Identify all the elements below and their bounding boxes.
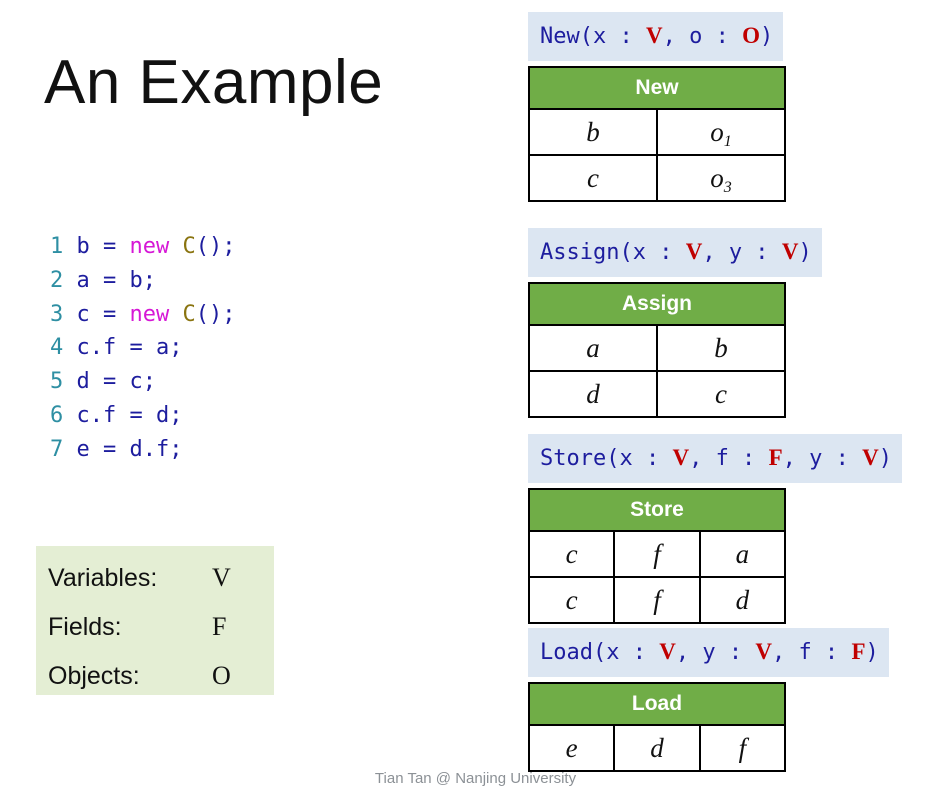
relation-name-header: New (528, 66, 786, 110)
relation-name-header: Load (528, 682, 786, 726)
cell-base: e (565, 732, 578, 763)
relation-table-new: New b o1 c o3 (528, 66, 786, 202)
table-row: cfa (527, 530, 786, 578)
relation-table-assign: Assign a b d c (527, 282, 787, 418)
table-cell: f (698, 724, 786, 772)
table-cell: b (528, 108, 658, 156)
table-row: edf (527, 724, 786, 772)
rule-group-store: Store(x : V, f : F, y : V) Store c f a c f d (527, 434, 902, 624)
table-cell: c (528, 154, 658, 202)
cell-base: f (653, 584, 661, 615)
signature-text: Assign(x : (540, 240, 686, 265)
table-cell: b (655, 324, 787, 372)
signature-text: , y : (675, 640, 756, 665)
table-row: dc (528, 370, 787, 418)
rules-column: New(x : V, o : O) New b o1 c o3 Assign(x : V, … (0, 0, 951, 812)
relation-name-header: Store (528, 488, 786, 532)
signature-domain-symbol: O (742, 23, 760, 48)
signature-text: , y : (782, 446, 863, 471)
signature-text: , f : (771, 640, 852, 665)
cell-base: c (715, 378, 727, 409)
table-row: c o3 (528, 154, 786, 202)
signature-text: New(x : (540, 24, 646, 49)
rule-signature-assign: Assign(x : V, y : V) (528, 228, 822, 277)
table-cell: c (655, 370, 787, 418)
rule-signature-new: New(x : V, o : O) (528, 12, 784, 61)
cell-base: a (586, 332, 600, 363)
signature-domain-symbol: V (781, 239, 799, 264)
table-cell: d (528, 370, 658, 418)
table-header-row: Assign (527, 282, 787, 326)
signature-domain-symbol: V (755, 639, 772, 664)
cell-base: c (587, 162, 599, 193)
table-header-row: Store (528, 488, 786, 532)
table-cell: c (527, 530, 616, 578)
signature-domain-symbol: V (659, 639, 676, 664)
cell-base: a (735, 538, 750, 569)
signature-text: Store(x : (540, 446, 673, 471)
relation-name-header: Assign (527, 282, 787, 326)
cell-base: d (586, 378, 600, 409)
signature-text: Load(x : (540, 640, 660, 665)
cell-base: c (565, 538, 578, 569)
table-cell: o1 (656, 108, 786, 156)
slide-footer: Tian Tan @ Nanjing University (374, 770, 577, 787)
signature-domain-symbol: V (862, 445, 879, 470)
table-cell: e (527, 724, 616, 772)
signature-domain-symbol: V (685, 239, 703, 264)
signature-text: ) (865, 640, 879, 665)
relation-table-store: Store c f a c f d (527, 488, 786, 624)
cell-base: f (738, 732, 747, 763)
table-cell: f (613, 530, 701, 578)
signature-text: ) (759, 24, 774, 49)
signature-text: , o : (662, 24, 743, 49)
cell-subscript: 3 (723, 178, 732, 196)
rule-group-assign: Assign(x : V, y : V) Assign a b d c (527, 228, 822, 418)
signature-domain-symbol: F (851, 639, 866, 664)
table-row: cfd (527, 576, 786, 624)
signature-domain-symbol: V (645, 23, 663, 48)
cell-base: d (735, 584, 750, 615)
rule-signature-load: Load(x : V, y : V, f : F) (528, 628, 889, 677)
rule-signature-store: Store(x : V, f : F, y : V) (528, 434, 902, 483)
slide-canvas: An Example 1 b = new C(); 2 a = b; 3 c = n… (0, 0, 951, 812)
cell-base: o (710, 162, 724, 193)
cell-base: b (714, 332, 728, 363)
table-cell: a (528, 324, 658, 372)
cell-base: o (710, 116, 724, 147)
table-header-row: Load (528, 682, 786, 726)
signature-text: ) (878, 446, 892, 471)
signature-text: , f : (689, 446, 769, 471)
table-cell: o3 (656, 154, 786, 202)
rule-group-load: Load(x : V, y : V, f : F) Load e d f (527, 628, 889, 772)
cell-base: d (650, 732, 664, 763)
table-cell: d (613, 724, 701, 772)
signature-domain-symbol: V (672, 445, 690, 470)
cell-subscript: 1 (723, 132, 732, 150)
relation-table-load: Load e d f (527, 682, 786, 772)
cell-base: c (565, 584, 578, 615)
signature-text: ) (798, 240, 812, 265)
cell-base: f (653, 538, 661, 569)
table-row: ab (528, 324, 787, 372)
rule-group-new: New(x : V, o : O) New b o1 c o3 (528, 12, 786, 202)
table-cell: f (613, 576, 701, 624)
table-cell: a (698, 530, 786, 578)
signature-text: , y : (702, 240, 782, 265)
table-header-row: New (528, 66, 786, 110)
table-cell: d (698, 576, 786, 624)
table-cell: c (527, 576, 616, 624)
signature-domain-symbol: F (768, 445, 783, 470)
table-row: b o1 (528, 108, 786, 156)
cell-base: b (586, 116, 600, 147)
